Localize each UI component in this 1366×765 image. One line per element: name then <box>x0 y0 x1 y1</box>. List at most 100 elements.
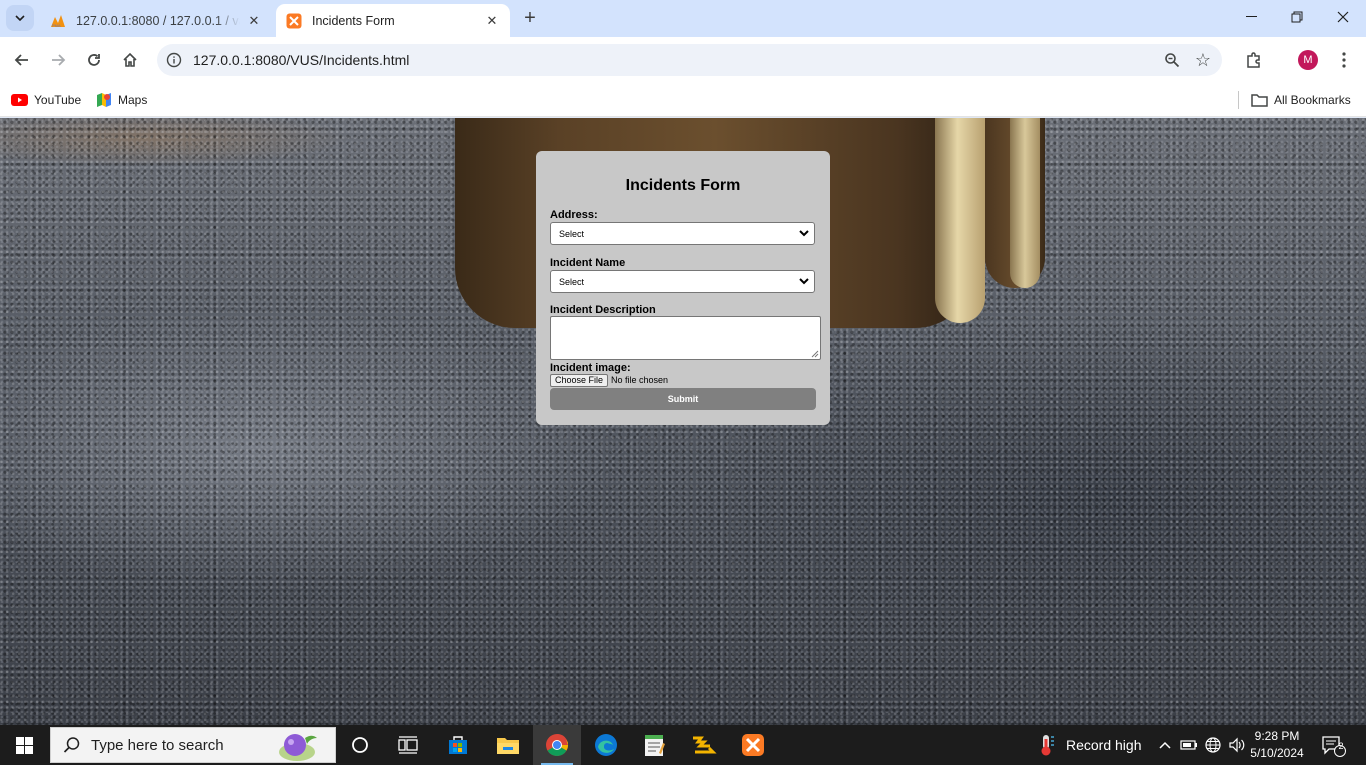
resize-grip-icon[interactable] <box>811 350 819 358</box>
tab-incidents-form[interactable]: Incidents Form ✕ <box>276 4 510 37</box>
file-input: Choose File No file chosen <box>550 373 668 387</box>
close-window-button[interactable] <box>1320 0 1366 34</box>
close-icon <box>1337 11 1349 23</box>
chevron-down-icon <box>799 230 809 237</box>
network-button[interactable] <box>1202 725 1224 765</box>
chevron-down-icon <box>15 15 25 21</box>
battery-button[interactable] <box>1178 725 1200 765</box>
battery-plug-icon <box>1180 740 1197 750</box>
forward-arrow-icon <box>52 54 66 66</box>
tab-phpmyadmin[interactable]: PMA 127.0.0.1:8080 / 127.0.0.1 / vanguar… <box>40 4 272 37</box>
volume-button[interactable] <box>1226 725 1248 765</box>
incidents-form: Incidents Form Address: Select Incident … <box>536 151 830 425</box>
xampp-icon <box>742 734 764 756</box>
more-vert-icon <box>1342 52 1346 68</box>
search-highlight-icon <box>279 734 317 761</box>
cortana-icon <box>352 737 368 753</box>
windows-logo-icon <box>15 736 33 754</box>
file-explorer-button[interactable] <box>484 725 532 765</box>
folder-icon <box>497 738 519 754</box>
browser-toolbar: 127.0.0.1:8080/VUS/Incidents.html ☆ M <box>0 37 1366 83</box>
search-placeholder: Type here to search <box>91 736 224 754</box>
chevron-down-icon <box>799 278 809 285</box>
chrome-button[interactable] <box>533 725 581 765</box>
tab-title: 127.0.0.1:8080 / 127.0.0.1 / vanguard <box>76 13 240 28</box>
task-view-button[interactable] <box>336 725 384 765</box>
site-info-icon[interactable] <box>163 49 185 71</box>
bookmark-label: Maps <box>118 93 148 107</box>
tab-strip: PMA 127.0.0.1:8080 / 127.0.0.1 / vanguar… <box>0 0 1366 37</box>
search-icon <box>63 736 81 754</box>
extensions-button[interactable] <box>1240 46 1268 74</box>
weather-widget[interactable]: Record high <box>1036 725 1142 765</box>
back-arrow-icon <box>14 54 28 66</box>
all-bookmarks-button[interactable]: All Bookmarks <box>1251 89 1351 111</box>
incident-name-select[interactable]: Select <box>550 270 815 293</box>
new-tab-button[interactable]: + <box>518 6 542 30</box>
restore-button[interactable] <box>1274 0 1320 34</box>
tab-search-button[interactable] <box>6 5 34 31</box>
filezilla-button[interactable] <box>680 725 728 765</box>
address-select-value: Select <box>559 228 585 239</box>
back-button[interactable] <box>8 46 36 74</box>
minimize-icon <box>1245 16 1257 17</box>
tab-title: Incidents Form <box>312 13 395 28</box>
phpmyadmin-icon: PMA <box>50 13 66 29</box>
task-view-icon <box>398 736 418 754</box>
minimize-button[interactable] <box>1228 0 1274 34</box>
taskview-button[interactable] <box>384 725 432 765</box>
reload-icon <box>88 54 100 66</box>
description-textarea[interactable] <box>550 316 821 360</box>
choose-file-button[interactable]: Choose File <box>550 373 609 387</box>
zoom-icon[interactable] <box>1162 50 1182 70</box>
close-tab-icon[interactable]: ✕ <box>246 13 262 29</box>
speaker-icon <box>1229 737 1245 753</box>
url-text[interactable]: 127.0.0.1:8080/VUS/Incidents.html <box>193 52 409 68</box>
youtube-icon <box>11 94 28 106</box>
edge-icon <box>595 734 617 756</box>
bookmark-maps[interactable]: Maps <box>96 89 147 111</box>
profile-button[interactable]: M <box>1294 46 1322 74</box>
home-icon <box>123 52 137 67</box>
notification-center-button[interactable]: 2 <box>1318 733 1348 759</box>
no-file-text: No file chosen <box>611 375 669 385</box>
home-button[interactable] <box>116 46 144 74</box>
close-tab-icon[interactable]: ✕ <box>484 13 500 29</box>
road-roller-rim <box>935 118 985 323</box>
reload-button[interactable] <box>80 46 108 74</box>
submit-button[interactable]: Submit <box>550 388 816 410</box>
store-icon <box>449 736 467 754</box>
address-select[interactable]: Select <box>550 222 815 245</box>
notepad-icon <box>645 735 665 756</box>
taskbar-clock[interactable]: 9:28 PM 5/10/2024 <box>1248 728 1306 762</box>
road-roller-rim <box>1010 118 1040 288</box>
chrome-icon <box>546 734 568 756</box>
incident-name-select-value: Select <box>559 276 585 287</box>
microsoft-store-button[interactable] <box>434 725 482 765</box>
globe-icon <box>1205 737 1221 753</box>
folder-icon <box>1251 93 1268 107</box>
xampp-button[interactable] <box>729 725 777 765</box>
puzzle-icon <box>1247 52 1260 68</box>
forward-button[interactable] <box>44 46 72 74</box>
taskbar-search-box[interactable]: Type here to search <box>50 727 336 763</box>
maps-icon <box>96 92 112 108</box>
bookmark-youtube[interactable]: YouTube <box>11 89 81 111</box>
menu-button[interactable] <box>1330 46 1358 74</box>
description-label: Incident Description <box>550 304 656 316</box>
notepad-button[interactable] <box>630 725 678 765</box>
page-viewport: Incidents Form Address: Select Incident … <box>0 118 1366 725</box>
restore-icon <box>1291 11 1303 23</box>
svg-text:PMA: PMA <box>52 23 61 28</box>
windows-taskbar: Type here to search Record high 9:28 PM … <box>0 725 1366 765</box>
address-label: Address: <box>550 209 598 221</box>
show-hidden-icons-button[interactable] <box>1156 725 1174 765</box>
bookmark-star-icon[interactable]: ☆ <box>1192 49 1214 71</box>
notification-count: 2 <box>1338 741 1344 751</box>
edge-button[interactable] <box>582 725 630 765</box>
transfer-app-icon <box>693 736 717 754</box>
chevron-up-icon <box>1159 741 1171 749</box>
address-bar[interactable]: 127.0.0.1:8080/VUS/Incidents.html ☆ <box>157 44 1222 76</box>
start-button[interactable] <box>0 725 48 765</box>
clock-date: 5/10/2024 <box>1250 746 1304 760</box>
